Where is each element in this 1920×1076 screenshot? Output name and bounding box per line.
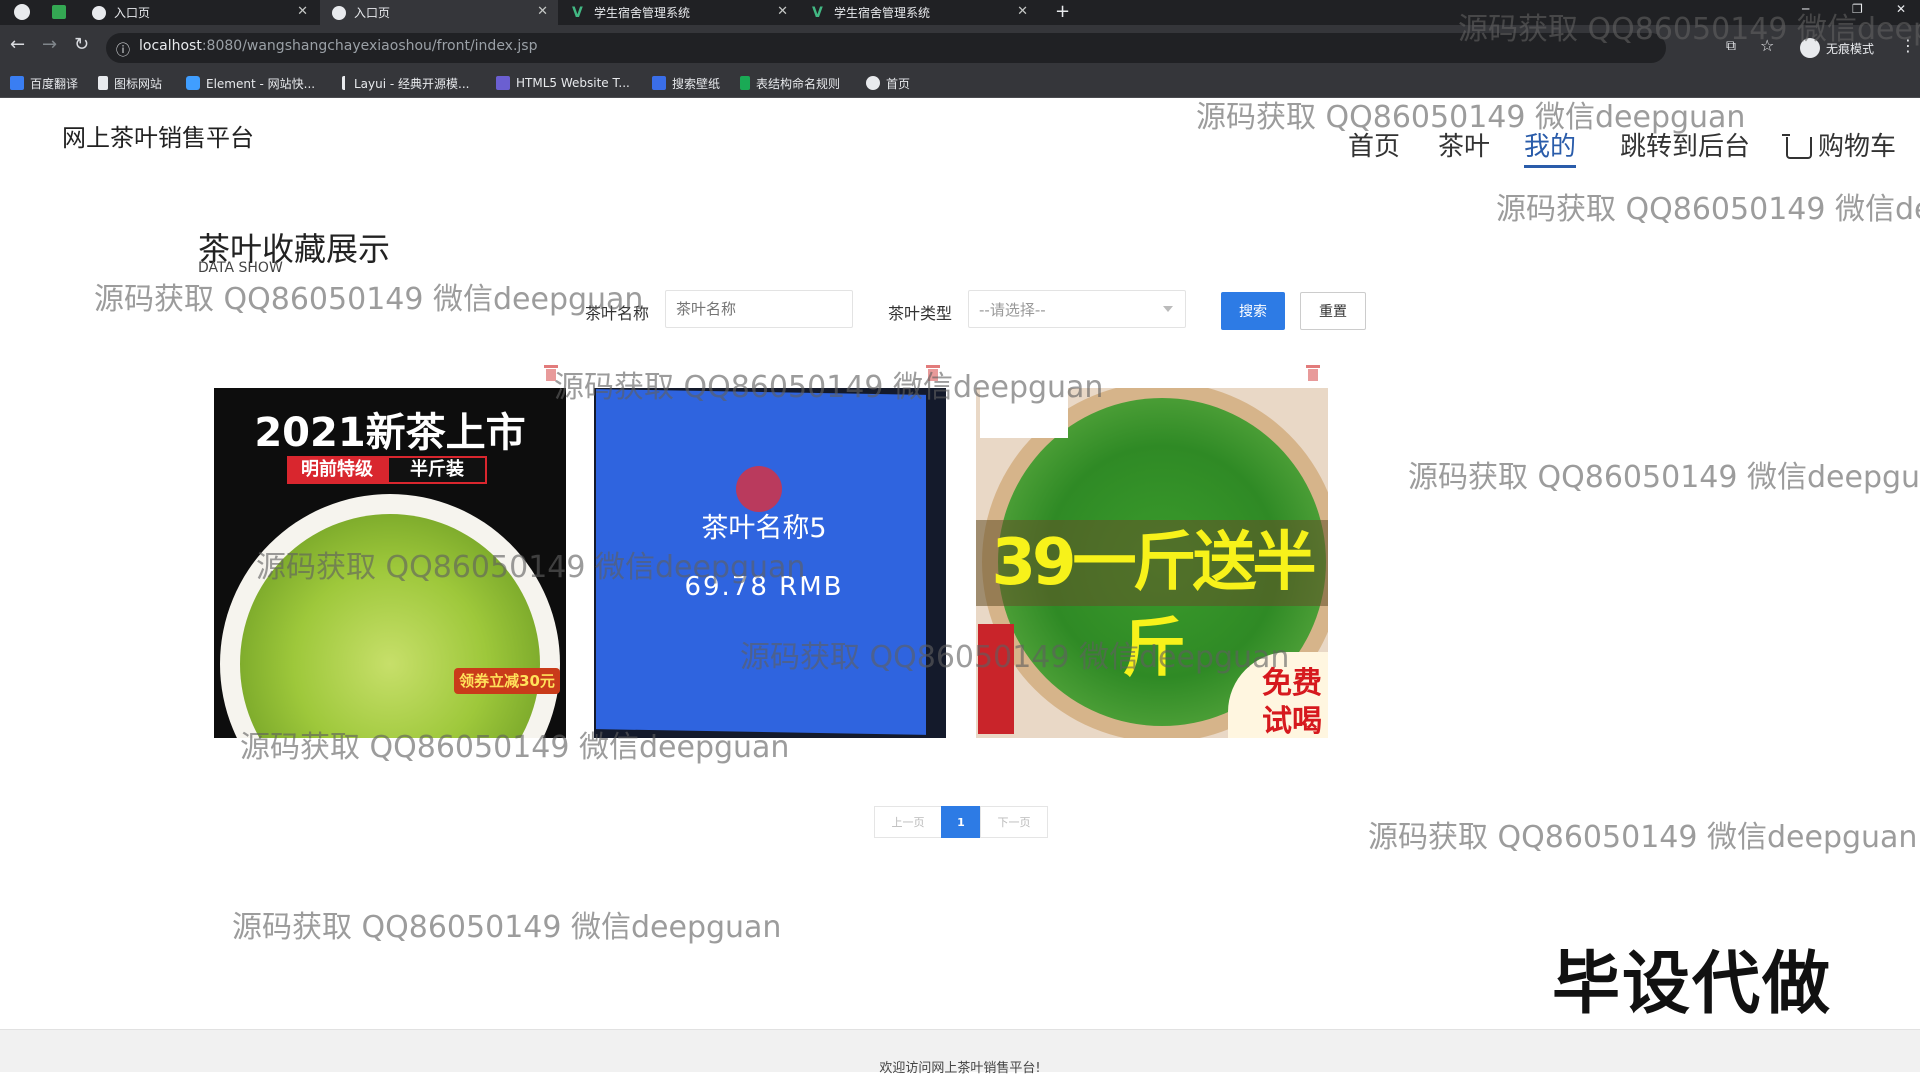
- vue-icon: V: [572, 4, 583, 21]
- vue-icon: V: [812, 4, 823, 21]
- nav-cart[interactable]: 购物车: [1782, 126, 1897, 163]
- watermark: 源码获取 QQ86050149 微信deepguan: [554, 370, 1104, 405]
- watermark: 源码获取 QQ86050149 微信deepguan: [1368, 820, 1918, 855]
- tab-label: 学生宿舍管理系统: [594, 6, 691, 20]
- coupon-badge: 领券立减30元: [454, 668, 560, 694]
- browser-tab-4[interactable]: V 学生宿舍管理系统 ✕: [800, 0, 1038, 25]
- bookmark-item[interactable]: 表结构命名规则: [740, 72, 840, 94]
- product-tag: 明前特级: [287, 456, 387, 484]
- wallpaper-icon: [652, 76, 666, 90]
- promo-overlay-text: 毕设代做: [1552, 945, 1833, 1024]
- promo-text: 39一斤送半斤: [976, 520, 1328, 686]
- product-tag: 半斤装: [387, 456, 487, 484]
- site-brand[interactable]: 网上茶叶销售平台: [62, 118, 254, 153]
- tab-label: 入口页: [354, 6, 391, 20]
- name-filter-input[interactable]: [665, 290, 853, 328]
- site-info-icon[interactable]: ⓘ: [116, 40, 130, 60]
- layui-icon: [342, 76, 348, 90]
- bookmark-label: Element - 网站快...: [206, 76, 316, 91]
- bookmark-item[interactable]: Layui - 经典开源模...: [342, 72, 469, 94]
- product-card[interactable]: 39一斤送半斤 免费 试喝: [976, 388, 1328, 738]
- badge-line: 试喝: [1262, 704, 1322, 738]
- browser-tab-3[interactable]: V 学生宿舍管理系统 ✕: [560, 0, 798, 25]
- url-host: localhost: [139, 38, 202, 54]
- reset-button[interactable]: 重置: [1300, 292, 1366, 330]
- chevron-down-icon: [1163, 306, 1173, 312]
- bookmark-item[interactable]: HTML5 Website T...: [496, 72, 630, 94]
- bookmark-label: 搜索壁纸: [672, 76, 721, 91]
- watermark: 源码获取 QQ86050149 微信deepguan: [256, 550, 806, 585]
- close-icon[interactable]: ✕: [537, 4, 548, 19]
- bookmark-item[interactable]: Element - 网站快...: [186, 72, 315, 94]
- tab-label: 入口页: [114, 6, 151, 20]
- close-icon[interactable]: ✕: [1017, 4, 1028, 19]
- element-icon: [186, 76, 200, 90]
- type-filter-select[interactable]: --请选择--: [968, 290, 1186, 328]
- nav-cart-label: 购物车: [1818, 132, 1897, 162]
- browser-tab-1[interactable]: 入口页 ✕: [80, 0, 318, 25]
- url-path: :8080/wangshangchayexiaoshou/front/index…: [201, 38, 538, 54]
- bookmark-label: 表结构命名规则: [756, 76, 841, 91]
- watermark: 源码获取 QQ86050149 微信deepguan: [94, 282, 644, 317]
- footer-text: 欢迎访问网上茶叶销售平台!: [879, 1061, 1041, 1076]
- globe-icon: [866, 76, 880, 90]
- search-button[interactable]: 搜索: [1221, 292, 1285, 330]
- bookmark-item[interactable]: 百度翻译: [10, 72, 78, 94]
- prev-page-button[interactable]: 上一页: [874, 806, 942, 838]
- back-icon[interactable]: ←: [10, 34, 25, 55]
- watermark: 源码获取 QQ86050149 微信deepguan: [232, 910, 782, 945]
- watermark: 源码获取 QQ86050149 微信deepguan: [240, 730, 790, 765]
- cart-icon: [1782, 133, 1812, 159]
- new-tab-icon[interactable]: +: [1055, 1, 1070, 22]
- browser-tab-2[interactable]: 入口页 ✕: [320, 0, 558, 25]
- next-page-button[interactable]: 下一页: [980, 806, 1048, 838]
- bookmark-label: 首页: [886, 76, 911, 91]
- close-icon[interactable]: ✕: [777, 4, 788, 19]
- bookmark-item[interactable]: 图标网站: [98, 72, 162, 94]
- watermark: 源码获取 QQ86050149 微信deep: [1458, 12, 1920, 47]
- baidu-translate-icon: [10, 76, 24, 90]
- chrome-menu-icon[interactable]: [14, 4, 30, 20]
- product-name: 茶叶名称5: [701, 513, 827, 544]
- bookmark-label: Layui - 经典开源模...: [354, 76, 470, 91]
- type-filter-label: 茶叶类型: [888, 304, 953, 323]
- globe-icon: [92, 5, 106, 20]
- type-select-value: --请选择--: [979, 300, 1046, 319]
- bookmark-label: HTML5 Website T...: [516, 76, 630, 90]
- bookmark-label: 图标网站: [114, 76, 163, 91]
- watermark: 源码获取 QQ86050149 微信deepguan: [740, 640, 1290, 675]
- close-icon[interactable]: ✕: [297, 4, 308, 19]
- watermark: 源码获取 QQ86050149 微信deepguan: [1196, 100, 1746, 135]
- click-highlight-icon: [736, 466, 782, 512]
- forward-icon[interactable]: →: [42, 34, 57, 55]
- tab-label: 学生宿舍管理系统: [834, 6, 931, 20]
- page-1-button[interactable]: 1: [941, 806, 981, 838]
- product-banner-text: 2021新茶上市: [254, 410, 526, 456]
- delete-icon[interactable]: [1306, 365, 1320, 381]
- watermark: 源码获取 QQ86050149 微信de: [1496, 192, 1920, 227]
- bookmark-label: 百度翻译: [30, 76, 79, 91]
- bookmark-item[interactable]: 首页: [866, 72, 910, 94]
- reload-icon[interactable]: ↻: [74, 34, 89, 55]
- table-icon: [740, 76, 750, 90]
- url-text[interactable]: localhost:8080/wangshangchayexiaoshou/fr…: [139, 38, 538, 54]
- watermark: 源码获取 QQ86050149 微信deepgua: [1408, 460, 1920, 495]
- tab-search-icon[interactable]: [52, 5, 66, 19]
- flag-icon: [98, 76, 108, 90]
- globe-icon: [332, 5, 346, 20]
- html5-icon: [496, 76, 510, 90]
- bookmark-item[interactable]: 搜索壁纸: [652, 72, 720, 94]
